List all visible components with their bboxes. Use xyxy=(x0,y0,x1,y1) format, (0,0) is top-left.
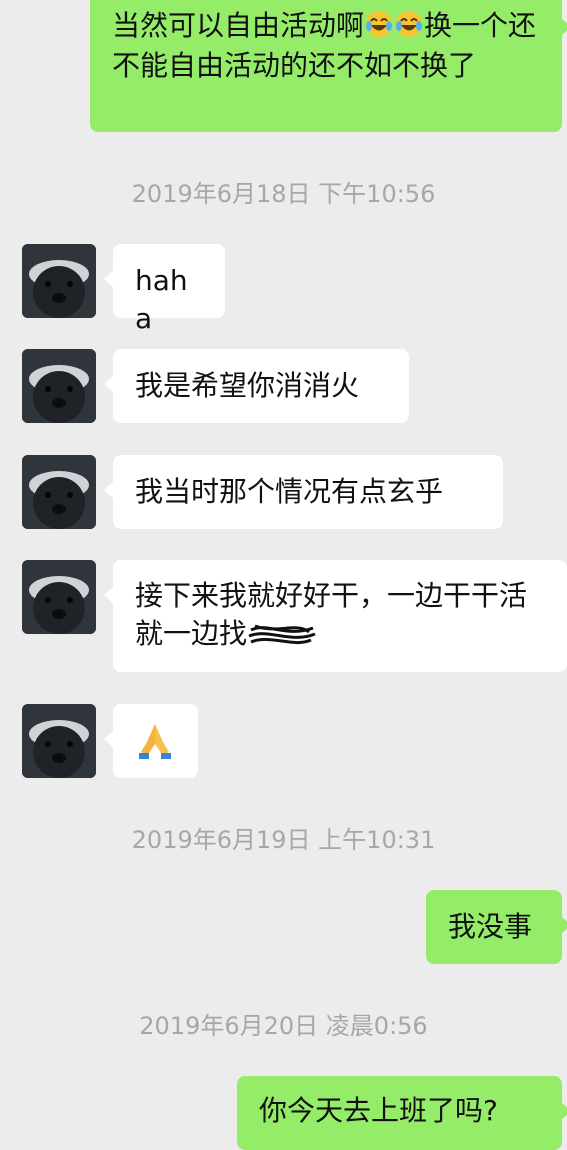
message-text: 我没事 xyxy=(448,910,533,943)
message-text: 接下来我就好好干，一边干干活就一边找 xyxy=(135,579,528,650)
contact-avatar[interactable] xyxy=(22,349,96,423)
honey-badger-avatar-icon xyxy=(22,244,96,318)
incoming-message-bubble[interactable]: 我是希望你消消火 xyxy=(104,349,409,423)
face-with-tears-of-joy-icon xyxy=(364,9,394,39)
incoming-message-bubble[interactable]: haha xyxy=(104,244,225,335)
message-text: 当然可以自由活动啊 xyxy=(112,9,365,42)
incoming-message-bubble[interactable]: 接下来我就好好干，一边干干活就一边找 xyxy=(104,560,567,672)
face-with-tears-of-joy-icon xyxy=(394,9,424,39)
contact-avatar[interactable] xyxy=(22,455,96,529)
message-text: 我当时那个情况有点玄乎 xyxy=(135,475,444,508)
honey-badger-avatar-icon xyxy=(22,704,96,778)
incoming-message-bubble[interactable]: 我当时那个情况有点玄乎 xyxy=(104,455,503,529)
contact-avatar[interactable] xyxy=(22,244,96,318)
honey-badger-avatar-icon xyxy=(22,455,96,529)
timestamp: 2019年6月20日 凌晨0:56 xyxy=(139,1012,428,1040)
redacted-scribble xyxy=(247,620,317,650)
outgoing-message-bubble[interactable]: 当然可以自由活动啊 换一个还不能自由活动的还不如不换了 xyxy=(90,0,567,132)
message-text: haha xyxy=(135,264,188,335)
honey-badger-avatar-icon xyxy=(22,349,96,423)
timestamp: 2019年6月19日 上午10:31 xyxy=(131,826,436,854)
incoming-message-bubble[interactable] xyxy=(104,704,198,778)
outgoing-message-bubble[interactable]: 我没事 xyxy=(426,890,567,964)
folded-hands-icon xyxy=(139,724,171,759)
honey-badger-avatar-icon xyxy=(22,560,96,634)
chat-history[interactable]: 当然可以自由活动啊 换一个还不能自由活动的还不如不换了 2019年6月18日 下午… xyxy=(0,0,567,1150)
message-text: 我是希望你消消火 xyxy=(135,369,360,402)
contact-avatar[interactable] xyxy=(22,704,96,778)
contact-avatar[interactable] xyxy=(22,560,96,634)
timestamp: 2019年6月18日 下午10:56 xyxy=(131,180,436,208)
message-text: 你今天去上班了吗? xyxy=(259,1094,498,1127)
outgoing-message-bubble[interactable]: 你今天去上班了吗? xyxy=(237,1076,567,1150)
